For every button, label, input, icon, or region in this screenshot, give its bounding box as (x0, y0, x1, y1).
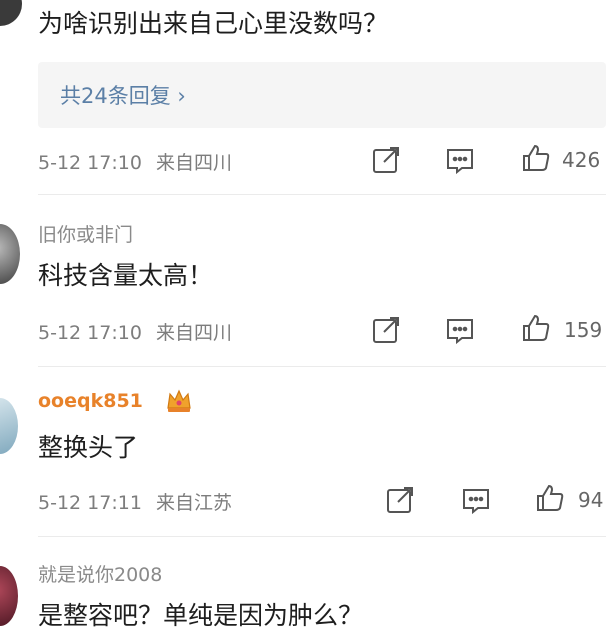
username[interactable]: 旧你或非门 (38, 220, 133, 247)
avatar[interactable] (0, 0, 22, 26)
comment-text: 是整容吧？单纯是因为肿么？ (38, 601, 364, 630)
comment-location: 来自四川 (155, 322, 232, 344)
avatar[interactable] (0, 398, 18, 454)
comment-text: 整换头了 (38, 433, 139, 462)
like-count: 426 (562, 148, 601, 172)
divider (38, 536, 606, 537)
comment-meta: 5-12 17:11 来自江苏 (38, 488, 232, 515)
comment-meta: 5-12 17:10 来自四川 (38, 318, 232, 345)
comment-text: 科技含量太高！ (38, 261, 214, 290)
divider (38, 194, 606, 195)
like-count: 94 (578, 488, 604, 512)
share-icon[interactable] (370, 314, 402, 346)
comment-text: 为啥识别出来自己心里没数吗？ (38, 9, 389, 38)
crown-badge-icon (164, 386, 194, 416)
view-replies-link[interactable]: 共24条回复 › (60, 80, 186, 110)
comment-datetime: 5-12 17:10 (38, 152, 142, 174)
like-icon[interactable] (534, 482, 566, 514)
comment-icon[interactable] (444, 144, 476, 176)
like-count: 159 (564, 318, 603, 342)
comment-datetime: 5-12 17:10 (38, 322, 142, 344)
share-icon[interactable] (384, 484, 416, 516)
comment-icon[interactable] (460, 484, 492, 516)
replies-panel[interactable]: 共24条回复 › (38, 62, 606, 128)
avatar[interactable] (0, 566, 18, 626)
like-icon[interactable] (520, 312, 552, 344)
divider (38, 366, 606, 367)
username[interactable]: ooeqk851 (38, 390, 143, 412)
avatar[interactable] (0, 224, 20, 284)
like-icon[interactable] (520, 142, 552, 174)
username[interactable]: 就是说你2008 (38, 560, 162, 587)
comment-location: 来自江苏 (155, 492, 232, 514)
share-icon[interactable] (370, 144, 402, 176)
comment-location: 来自四川 (155, 152, 232, 174)
comment-icon[interactable] (444, 314, 476, 346)
comment-datetime: 5-12 17:11 (38, 492, 142, 514)
comment-meta: 5-12 17:10 来自四川 (38, 148, 232, 175)
